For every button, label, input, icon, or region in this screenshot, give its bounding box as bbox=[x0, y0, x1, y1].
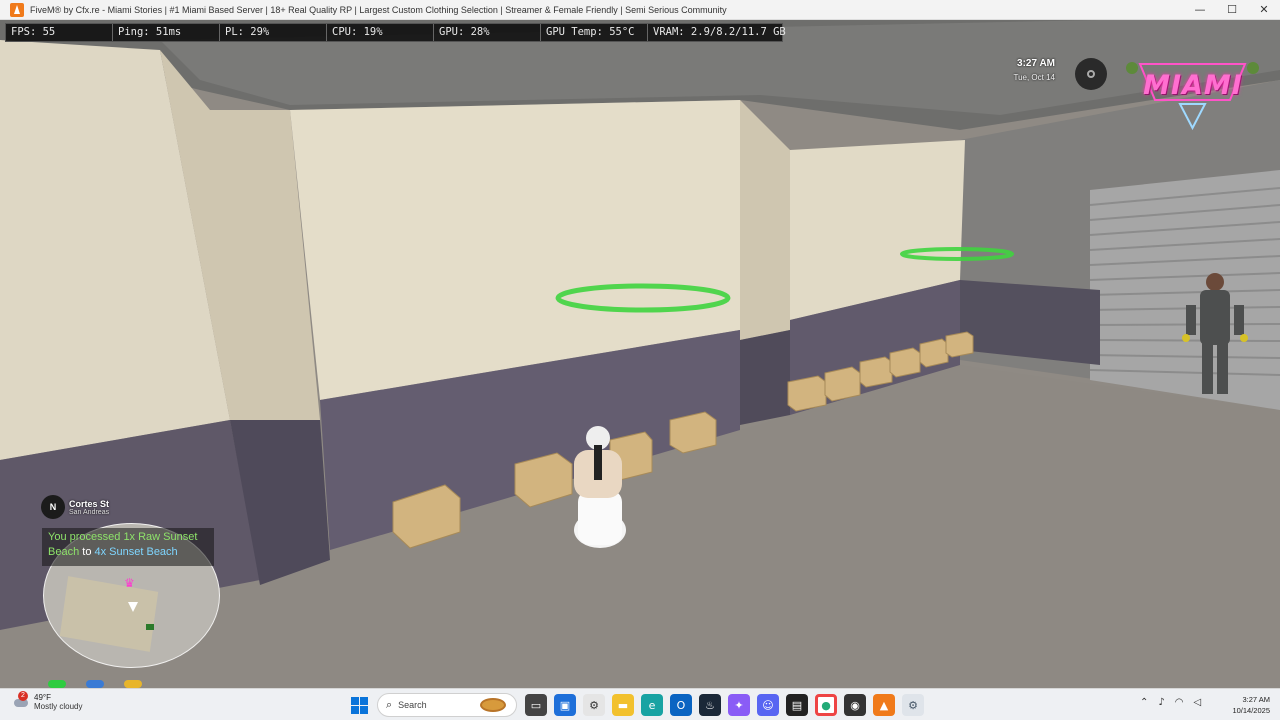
volume-icon[interactable]: ◁ bbox=[1194, 697, 1202, 708]
logo-text: MIAMI bbox=[1143, 70, 1243, 101]
notification-middle: to bbox=[79, 546, 95, 558]
taskbar-date: 10/14/2025 bbox=[1232, 706, 1270, 715]
armor-status-icon bbox=[86, 680, 104, 688]
system-tray: ⌃ ♪ ◠ ◁ bbox=[1140, 697, 1201, 708]
sticky-app-icon[interactable]: ▤ bbox=[786, 694, 808, 716]
area-name: San Andreas bbox=[69, 508, 110, 516]
window-title: FiveM® by Cfx.re - Miami Stories | #1 Mi… bbox=[30, 4, 727, 15]
notification-item-processed: 4x Sunset Beach bbox=[94, 546, 178, 558]
weather-badge: 2 bbox=[18, 691, 28, 701]
minimap-building bbox=[59, 576, 159, 652]
search-label: Search bbox=[398, 700, 427, 710]
utility-app-icon[interactable]: ⚙ bbox=[902, 694, 924, 716]
player-arrow-icon bbox=[128, 602, 138, 612]
store-icon[interactable]: ▣ bbox=[554, 694, 576, 716]
tray-overflow-icon[interactable]: ⌃ bbox=[1140, 697, 1148, 708]
game-clock: 3:27 AM Tue, Oct 14 bbox=[1000, 58, 1056, 82]
fivem-app-icon bbox=[10, 2, 24, 17]
clock-icon bbox=[1075, 58, 1107, 90]
game-viewport[interactable]: FPS: 55 Ping: 51ms PL: 29% CPU: 19% GPU:… bbox=[0, 20, 1280, 688]
taskbar-time: 3:27 AM bbox=[1242, 695, 1270, 704]
start-button[interactable] bbox=[348, 694, 370, 716]
search-icon: ⌕ bbox=[386, 698, 393, 711]
map-blip-icon bbox=[146, 624, 154, 630]
window-controls: — ☐ ✕ bbox=[1184, 0, 1280, 20]
close-button[interactable]: ✕ bbox=[1248, 0, 1280, 20]
windows-taskbar: 2 49°F Mostly cloudy ⌕ Search ▭ ▣ ⚙ ▬ e … bbox=[0, 688, 1280, 720]
chrome-icon[interactable]: ● bbox=[815, 694, 837, 716]
notification-prefix: You processed bbox=[48, 531, 124, 543]
window-titlebar: FiveM® by Cfx.re - Miami Stories | #1 Mi… bbox=[0, 0, 1280, 20]
task-view-icon[interactable]: ▭ bbox=[525, 694, 547, 716]
fps-stat: FPS: 55 bbox=[6, 24, 113, 41]
vram-stat: VRAM: 2.9/8.2/11.7 GB bbox=[653, 26, 786, 38]
fivem-taskbar-icon[interactable]: ▲ bbox=[873, 694, 895, 716]
file-explorer-icon[interactable]: ▬ bbox=[612, 694, 634, 716]
weather-icon: 2 bbox=[12, 691, 30, 711]
outlook-icon[interactable]: O bbox=[670, 694, 692, 716]
copilot-icon[interactable]: ✦ bbox=[728, 694, 750, 716]
hunger-status-icon bbox=[124, 680, 142, 688]
weather-condition: Mostly cloudy bbox=[34, 702, 83, 711]
gpu-temp-stat: GPU Temp: 55°C bbox=[541, 24, 648, 41]
server-logo: MIAMI bbox=[1120, 42, 1265, 132]
process-notification: You processed 1x Raw Sunset Beach to 4x … bbox=[42, 528, 214, 566]
compass-icon: N bbox=[41, 495, 65, 519]
cpu-stat: CPU: 19% bbox=[327, 24, 434, 41]
packet-loss-stat: PL: 29% bbox=[220, 24, 327, 41]
settings-icon[interactable]: ⚙ bbox=[583, 694, 605, 716]
steam-icon[interactable]: ♨ bbox=[699, 694, 721, 716]
performance-overlay: FPS: 55 Ping: 51ms PL: 29% CPU: 19% GPU:… bbox=[5, 23, 786, 42]
taskbar-search[interactable]: ⌕ Search bbox=[377, 693, 517, 717]
wifi-icon[interactable]: ◠ bbox=[1175, 697, 1184, 708]
discord-icon[interactable]: ☺ bbox=[757, 694, 779, 716]
status-bars bbox=[48, 680, 142, 688]
weather-temp: 49°F bbox=[34, 693, 51, 702]
ping-stat: Ping: 51ms bbox=[113, 24, 220, 41]
taskbar-clock[interactable]: 3:27 AM 10/14/2025 bbox=[1220, 694, 1270, 716]
crown-icon: ♛ bbox=[124, 576, 135, 590]
search-highlight-icon bbox=[480, 698, 506, 712]
weather-widget[interactable]: 2 49°F Mostly cloudy bbox=[12, 691, 83, 711]
game-date: Tue, Oct 14 bbox=[1013, 73, 1056, 82]
game-time: 3:27 AM bbox=[1017, 58, 1055, 69]
gpu-stat: GPU: 28% bbox=[434, 24, 541, 41]
taskbar-apps: ⌕ Search ▭ ▣ ⚙ ▬ e O ♨ ✦ ☺ ▤ ● ◉ ▲ ⚙ bbox=[348, 693, 931, 717]
maximize-button[interactable]: ☐ bbox=[1216, 0, 1248, 20]
edge-icon[interactable]: e bbox=[641, 694, 663, 716]
obs-icon[interactable]: ◉ bbox=[844, 694, 866, 716]
street-name: Cortes St bbox=[69, 498, 110, 509]
microphone-icon[interactable]: ♪ bbox=[1158, 697, 1164, 708]
minimize-button[interactable]: — bbox=[1184, 0, 1216, 20]
health-status-icon bbox=[48, 680, 66, 688]
street-label: N Cortes St San Andreas bbox=[41, 495, 109, 519]
